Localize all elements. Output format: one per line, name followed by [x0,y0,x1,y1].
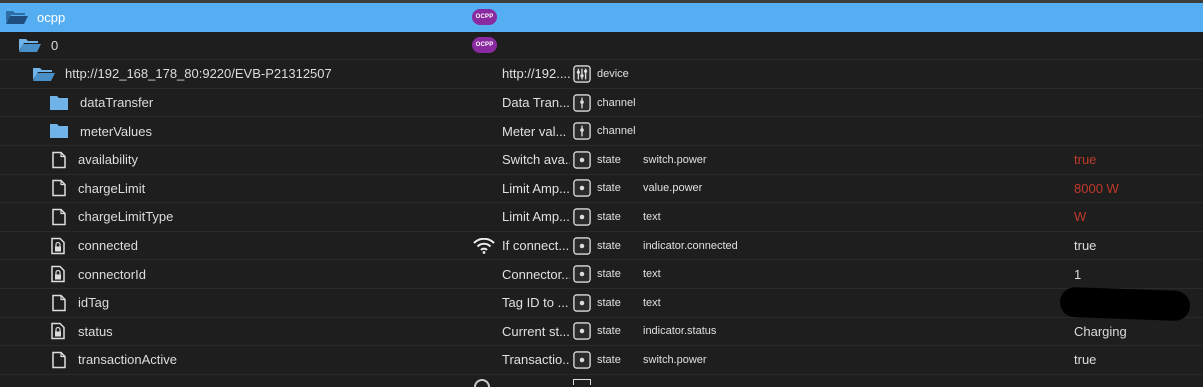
tree-row-transactionActive[interactable]: transactionActive Transactio... state sw… [0,346,1203,375]
type-label: channel [597,125,636,138]
state-value[interactable]: 1 [1074,260,1081,288]
tree-row-name: status [78,323,113,339]
tree-row-name: chargeLimit [78,180,146,196]
ocpp-logo: OCPP [472,9,497,26]
state-value[interactable]: true [1074,146,1096,174]
folder-icon[interactable] [49,123,69,139]
tree-row-name: meterValues [80,123,153,139]
role-label: indicator.connected [643,239,738,252]
folder-open-icon[interactable] [18,37,42,53]
type-label: state [597,153,621,166]
role-label: switch.power [643,353,707,366]
folder-open-icon[interactable] [32,66,56,82]
role-label: text [643,296,661,309]
file-icon[interactable] [52,294,66,312]
display-name: Tag ID to ... [502,295,569,311]
display-name: Limit Amp... [502,209,570,225]
tree-row-name: dataTransfer [80,95,154,111]
role-label: text [643,268,661,281]
partial-row-icon [474,379,490,387]
state-icon [573,151,591,169]
state-icon [573,322,591,341]
state-icon [573,208,591,226]
display-name: Data Tran... [502,95,570,111]
type-label: state [597,210,621,223]
display-name: Switch ava... [502,152,570,168]
redaction-mark [1059,286,1191,322]
wifi-icon [473,237,495,254]
type-label: state [597,182,621,195]
tree-row-connected[interactable]: connected If connect... state indicator.… [0,232,1203,261]
file-icon[interactable] [52,208,66,226]
tree-row-name: ocpp [37,9,66,25]
display-name: Connector... [502,266,570,282]
role-label: value.power [643,182,703,195]
file-icon[interactable] [52,180,66,197]
channel-icon [573,93,591,112]
tree-row-chargeLimitType[interactable]: chargeLimitType Limit Amp... state text … [0,203,1203,232]
type-label: state [597,296,621,309]
tree-row-name: 0 [51,37,59,53]
channel-icon [573,122,591,140]
file-lock-icon[interactable] [51,237,67,254]
display-name: http://192.... [502,66,570,82]
role-label: switch.power [643,153,707,166]
role-label: indicator.status [643,325,717,338]
tree-row-name: idTag [78,295,110,311]
tree-row-status[interactable]: status Current st... state indicator.sta… [0,318,1203,347]
tree-row-name: connectorId [78,266,146,282]
state-value[interactable]: true [1074,346,1096,374]
type-label: state [597,268,621,281]
tree-row-name: connected [78,238,138,254]
role-label: text [643,210,661,223]
type-label: device [597,67,629,80]
tree-row-dataTransfer[interactable]: dataTransfer Data Tran... channel [0,89,1203,118]
tree-row-instance[interactable]: 0 OCPP [0,32,1203,61]
file-lock-icon[interactable] [51,265,67,283]
type-label: state [597,325,621,338]
tree-row-name: availability [78,152,138,168]
display-name: Transactio... [502,352,570,368]
type-label: state [597,353,621,366]
state-icon [573,265,591,283]
tree-row-idTag[interactable]: idTag Tag ID to ... state text [0,289,1203,318]
file-lock-icon[interactable] [51,323,67,340]
tree-row-ocpp[interactable]: ocpp OCPP [0,3,1203,32]
device-icon [573,65,591,83]
display-name: Current st... [502,323,570,339]
tree-row-chargeLimit[interactable]: chargeLimit Limit Amp... state value.pow… [0,175,1203,204]
file-icon[interactable] [52,351,66,369]
tree-row-name: http://192_168_178_80:9220/EVB-P21312507 [65,66,332,82]
folder-open-icon[interactable] [5,9,29,25]
ocpp-logo: OCPP [472,37,497,54]
tree-row-meterValues[interactable]: meterValues Meter val... channel [0,117,1203,146]
folder-icon[interactable] [49,95,69,111]
type-label: channel [597,96,636,109]
tree-row-availability[interactable]: availability Switch ava... state switch.… [0,146,1203,175]
display-name: Limit Amp... [502,180,570,196]
state-icon [573,351,591,369]
type-label: state [597,239,621,252]
state-value[interactable]: 8000 W [1074,175,1119,203]
partial-row-type-icon [573,379,591,385]
state-value[interactable]: true [1074,232,1096,260]
display-name: If connect... [502,238,570,254]
file-icon[interactable] [52,151,66,169]
tree-row-name: transactionActive [78,352,177,368]
tree-row-name: chargeLimitType [78,209,174,225]
tree-row-device[interactable]: http://192_168_178_80:9220/EVB-P21312507… [0,60,1203,89]
state-icon [573,236,591,255]
state-icon [573,294,591,312]
display-name: Meter val... [502,123,567,139]
state-icon [573,179,591,198]
state-value[interactable]: Charging [1074,318,1127,346]
tree-row-connectorId[interactable]: connectorId Connector... state text 1 [0,260,1203,289]
state-value[interactable]: W [1074,203,1086,231]
